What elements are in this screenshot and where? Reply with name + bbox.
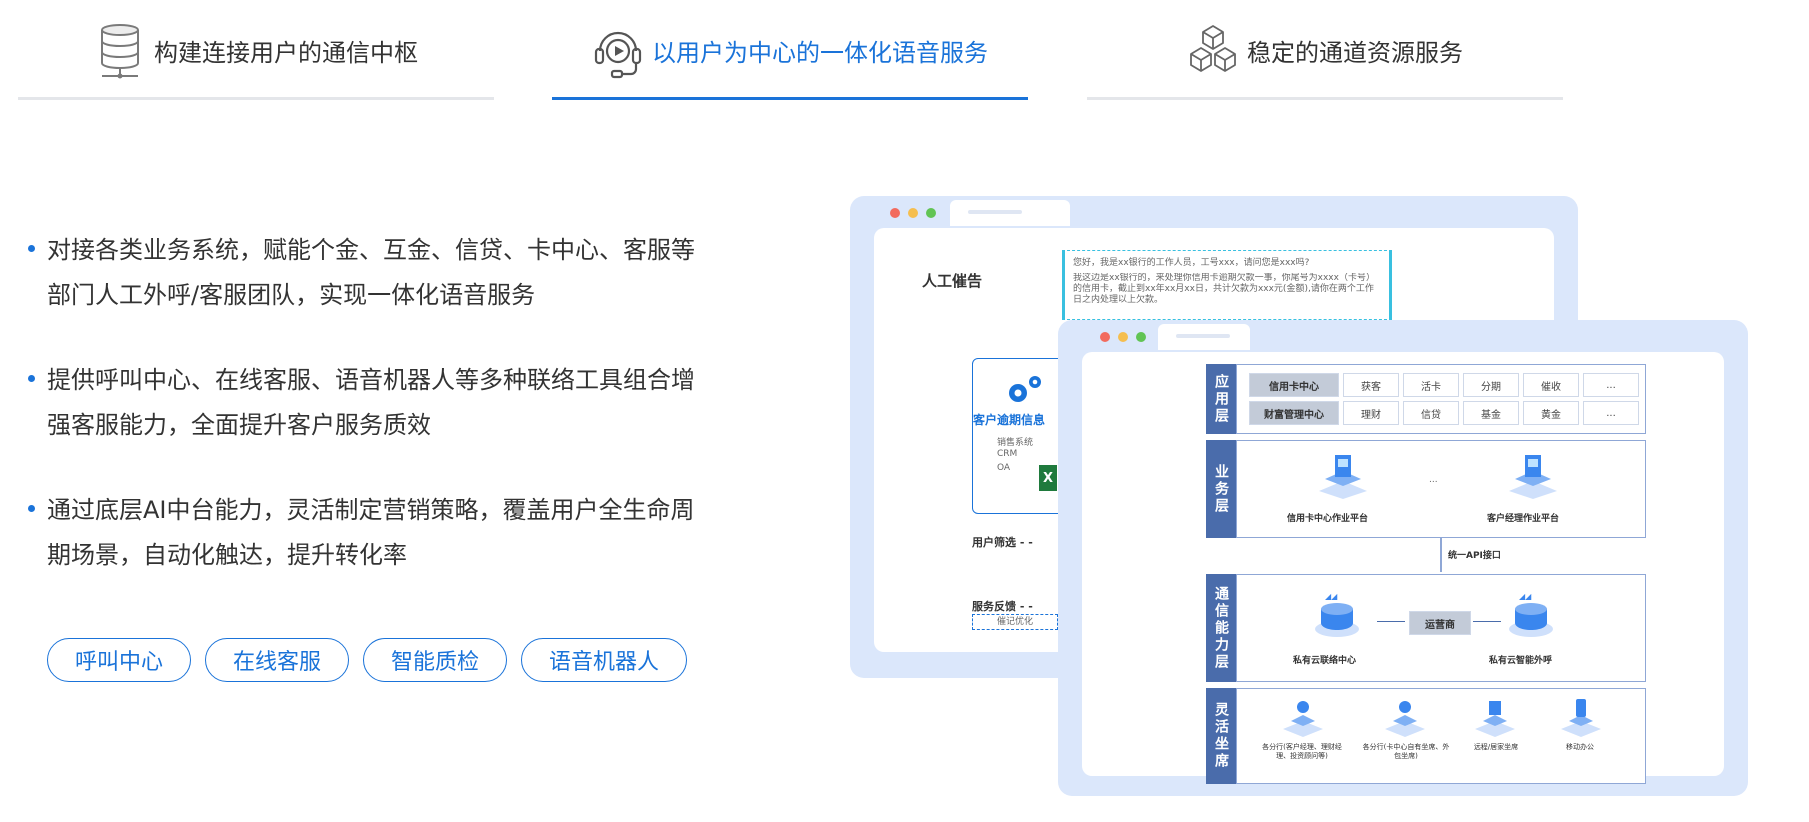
- gears-icon: [1003, 371, 1047, 411]
- tab-underline: [1087, 97, 1563, 100]
- tag-call-center[interactable]: 呼叫中心: [47, 638, 192, 682]
- window-controls: [1100, 332, 1146, 342]
- feedback-sublabel: 催记优化: [972, 614, 1058, 630]
- tab-channel-resource[interactable]: 稳定的通道资源服务: [1087, 0, 1563, 100]
- bullet-dot: [28, 245, 35, 252]
- api-connector: [1440, 538, 1442, 572]
- platform-dots: ...: [1429, 475, 1438, 485]
- carrier-chip: 运营商: [1409, 611, 1471, 635]
- list-item: 对接各类业务系统，赋能个金、互金、信贷、卡中心、客服等部门人工外呼/客服团队，实…: [25, 228, 705, 318]
- tab-label: 稳定的通道资源服务: [1247, 38, 1463, 67]
- card-title: 客户逾期信息: [973, 413, 1046, 427]
- tab-bar: 构建连接用户的通信中枢 以用户为中心的一体化语音服务 稳定的通道资源服务: [0, 0, 1809, 102]
- layer-communication: ◢◢ 私有云联络中心 运营商 ◢◢ 私有云智能外呼: [1236, 574, 1646, 682]
- seat-label: 移动办公: [1566, 743, 1594, 751]
- tag-online-service[interactable]: 在线客服: [205, 638, 350, 682]
- filter-label: 用户筛选 - -: [972, 536, 1033, 549]
- comm-label: 私有云智能外呼: [1489, 656, 1553, 666]
- card-item: CRM: [997, 449, 1018, 459]
- arrow-right: [1473, 621, 1501, 622]
- seat-icon: [1383, 697, 1427, 741]
- arrow-left: [1377, 621, 1405, 622]
- seat-label: 各分行(卡中心自有坐席、外包坐席): [1362, 743, 1450, 760]
- layer-label-app: 应用层: [1206, 364, 1236, 434]
- headset-video-icon: [592, 21, 644, 79]
- cubes-stack-icon: [1187, 21, 1239, 79]
- app-chip: 信用卡中心: [1249, 373, 1339, 397]
- bullet-dot: [28, 505, 35, 512]
- layer-app: 信用卡中心 获客 活卡 分期 催收 ... 财富管理中心 理财 信贷 基金 黄金…: [1236, 364, 1646, 434]
- layer-label-seats: 灵活坐席: [1206, 688, 1236, 784]
- layer-seats: 各分行(客户经理、理财经理、投资顾问等) 各分行(卡中心自有坐席、外包坐席) 远…: [1236, 688, 1646, 784]
- app-chip: ...: [1583, 373, 1639, 397]
- card-item: 销售系统: [997, 438, 1034, 448]
- bullet-text: 对接各类业务系统，赋能个金、互金、信贷、卡中心、客服等部门人工外呼/客服团队，实…: [47, 236, 695, 309]
- layer-business: 信用卡中心作业平台 ... 客户经理作业平台: [1236, 440, 1646, 538]
- platform-icon: [1505, 451, 1561, 503]
- list-item: 通过底层AI中台能力，灵活制定营销策略，覆盖用户全生命周期场景，自动化触达，提升…: [25, 488, 705, 578]
- seat-label: 各分行(客户经理、理财经理、投资顾问等): [1262, 743, 1342, 760]
- app-chip: 分期: [1463, 373, 1519, 397]
- tag-group: 呼叫中心 在线客服 智能质检 语音机器人: [47, 638, 688, 682]
- tab-label: 以用户为中心的一体化语音服务: [652, 38, 988, 67]
- seat-icon: [1281, 697, 1325, 741]
- chat-line: 您好，我是xx银行的工作人员，工号xxx，请问您是xxx吗?: [1073, 258, 1310, 268]
- app-chip: 财富管理中心: [1249, 401, 1339, 425]
- app-chip: 获客: [1343, 373, 1399, 397]
- window-content: 应用层 信用卡中心 获客 活卡 分期 催收 ... 财富管理中心 理财 信贷 基…: [1082, 352, 1724, 784]
- tab-communication-hub[interactable]: 构建连接用户的通信中枢: [18, 0, 494, 100]
- filter-label-text: 用户筛选: [972, 536, 1016, 549]
- tag-smart-inspection[interactable]: 智能质检: [363, 638, 508, 682]
- front-window-illustration: 应用层 信用卡中心 获客 活卡 分期 催收 ... 财富管理中心 理财 信贷 基…: [1058, 320, 1748, 796]
- chat-bubble: 您好，我是xx银行的工作人员，工号xxx，请问您是xxx吗? 我这边是xx银行的…: [1062, 250, 1392, 320]
- tab-voice-service[interactable]: 以用户为中心的一体化语音服务: [552, 0, 1028, 100]
- layer-label-business: 业务层: [1206, 440, 1236, 538]
- tag-voice-robot[interactable]: 语音机器人: [521, 638, 688, 682]
- list-item: 提供呼叫中心、在线客服、语音机器人等多种联络工具组合增强客服能力，全面提升客户服…: [25, 358, 705, 448]
- section-title: 人工催告: [922, 272, 983, 290]
- seat-label: 远程/居家坐席: [1473, 743, 1519, 751]
- app-chip: 黄金: [1523, 401, 1579, 425]
- tab-label: 构建连接用户的通信中枢: [154, 38, 418, 67]
- bullet-text: 通过底层AI中台能力，灵活制定营销策略，覆盖用户全生命周期场景，自动化触达，提升…: [47, 496, 695, 569]
- app-chip: 催收: [1523, 373, 1579, 397]
- card-item: OA: [997, 463, 1011, 473]
- svg-text:◢◢: ◢◢: [1325, 592, 1338, 601]
- cloud-server-icon: ◢◢: [1503, 589, 1559, 645]
- bullet-text: 提供呼叫中心、在线客服、语音机器人等多种联络工具组合增强客服能力，全面提升客户服…: [47, 366, 695, 439]
- app-chip: 基金: [1463, 401, 1519, 425]
- platform-label: 客户经理作业平台: [1487, 514, 1560, 524]
- server-database-icon: [94, 21, 146, 79]
- tab-underline: [552, 97, 1028, 100]
- feature-list: 对接各类业务系统，赋能个金、互金、信贷、卡中心、客服等部门人工外呼/客服团队，实…: [25, 228, 705, 618]
- layer-label-comm: 通信能力层: [1206, 574, 1236, 682]
- app-chip: 理财: [1343, 401, 1399, 425]
- comm-label: 私有云联络中心: [1293, 656, 1357, 666]
- api-label: 统一API接口: [1448, 551, 1501, 561]
- svg-text:◢◢: ◢◢: [1519, 592, 1532, 601]
- platform-label: 信用卡中心作业平台: [1287, 514, 1369, 524]
- chat-line: 我这边是xx银行的，来处理你信用卡逾期欠款一事，你尾号为xxxx（卡号）的信用卡…: [1073, 273, 1375, 305]
- cloud-server-icon: ◢◢: [1309, 589, 1365, 645]
- bullet-dot: [28, 375, 35, 382]
- window-tab: [1158, 324, 1250, 350]
- seat-icon: [1559, 697, 1603, 741]
- window-tab: [950, 200, 1070, 226]
- app-chip: ...: [1583, 401, 1639, 425]
- platform-icon: [1315, 451, 1371, 503]
- tab-underline: [18, 97, 494, 100]
- feedback-label-text: 服务反馈: [972, 600, 1016, 613]
- window-controls: [890, 208, 936, 218]
- feedback-label: 服务反馈 - -: [972, 600, 1033, 613]
- app-chip: 活卡: [1403, 373, 1459, 397]
- excel-icon: X: [1039, 465, 1057, 491]
- app-chip: 信贷: [1403, 401, 1459, 425]
- seat-icon: [1473, 697, 1517, 741]
